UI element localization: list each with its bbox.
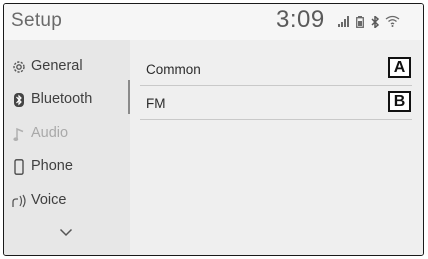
list-item-label: Common — [146, 62, 201, 77]
wifi-icon — [385, 15, 400, 27]
screen-frame: Setup 3:09 General Bluetooth Audio Phone… — [3, 3, 424, 256]
clock: 3:09 — [276, 6, 325, 33]
signal-icon — [338, 16, 349, 27]
sidebar-item-general[interactable]: General — [4, 50, 130, 83]
sidebar: General Bluetooth Audio Phone Voice — [4, 40, 130, 255]
bluetooth-icon — [10, 91, 28, 109]
status-bar: Setup 3:09 — [4, 4, 423, 40]
sidebar-item-label: Audio — [31, 125, 69, 141]
bluetooth-icon — [371, 16, 380, 28]
sidebar-item-label: Phone — [31, 158, 73, 174]
sidebar-item-bluetooth[interactable]: Bluetooth — [4, 83, 130, 116]
sidebar-item-label: General — [31, 58, 83, 74]
battery-icon — [356, 16, 364, 28]
list-item-fm[interactable]: FM — [140, 88, 388, 118]
callout-label-a: A — [388, 57, 411, 78]
list-item-label: FM — [146, 96, 166, 111]
callout-label-b: B — [388, 91, 411, 112]
sidebar-item-phone[interactable]: Phone — [4, 150, 130, 183]
row-divider — [140, 85, 412, 86]
list-item-common[interactable]: Common — [140, 54, 388, 84]
sidebar-item-label: Voice — [31, 192, 67, 208]
phone-icon — [10, 158, 28, 176]
main-panel: Common FM A B — [130, 40, 423, 255]
row-divider — [140, 119, 412, 120]
page-title: Setup — [11, 10, 63, 31]
sidebar-item-voice[interactable]: Voice — [4, 184, 130, 217]
sidebar-item-label: Bluetooth — [31, 91, 93, 107]
sidebar-item-audio[interactable]: Audio — [4, 117, 130, 150]
music-note-icon — [10, 125, 28, 143]
chevron-down-icon[interactable] — [59, 228, 73, 237]
gear-icon — [10, 58, 28, 76]
voice-icon — [10, 192, 28, 210]
